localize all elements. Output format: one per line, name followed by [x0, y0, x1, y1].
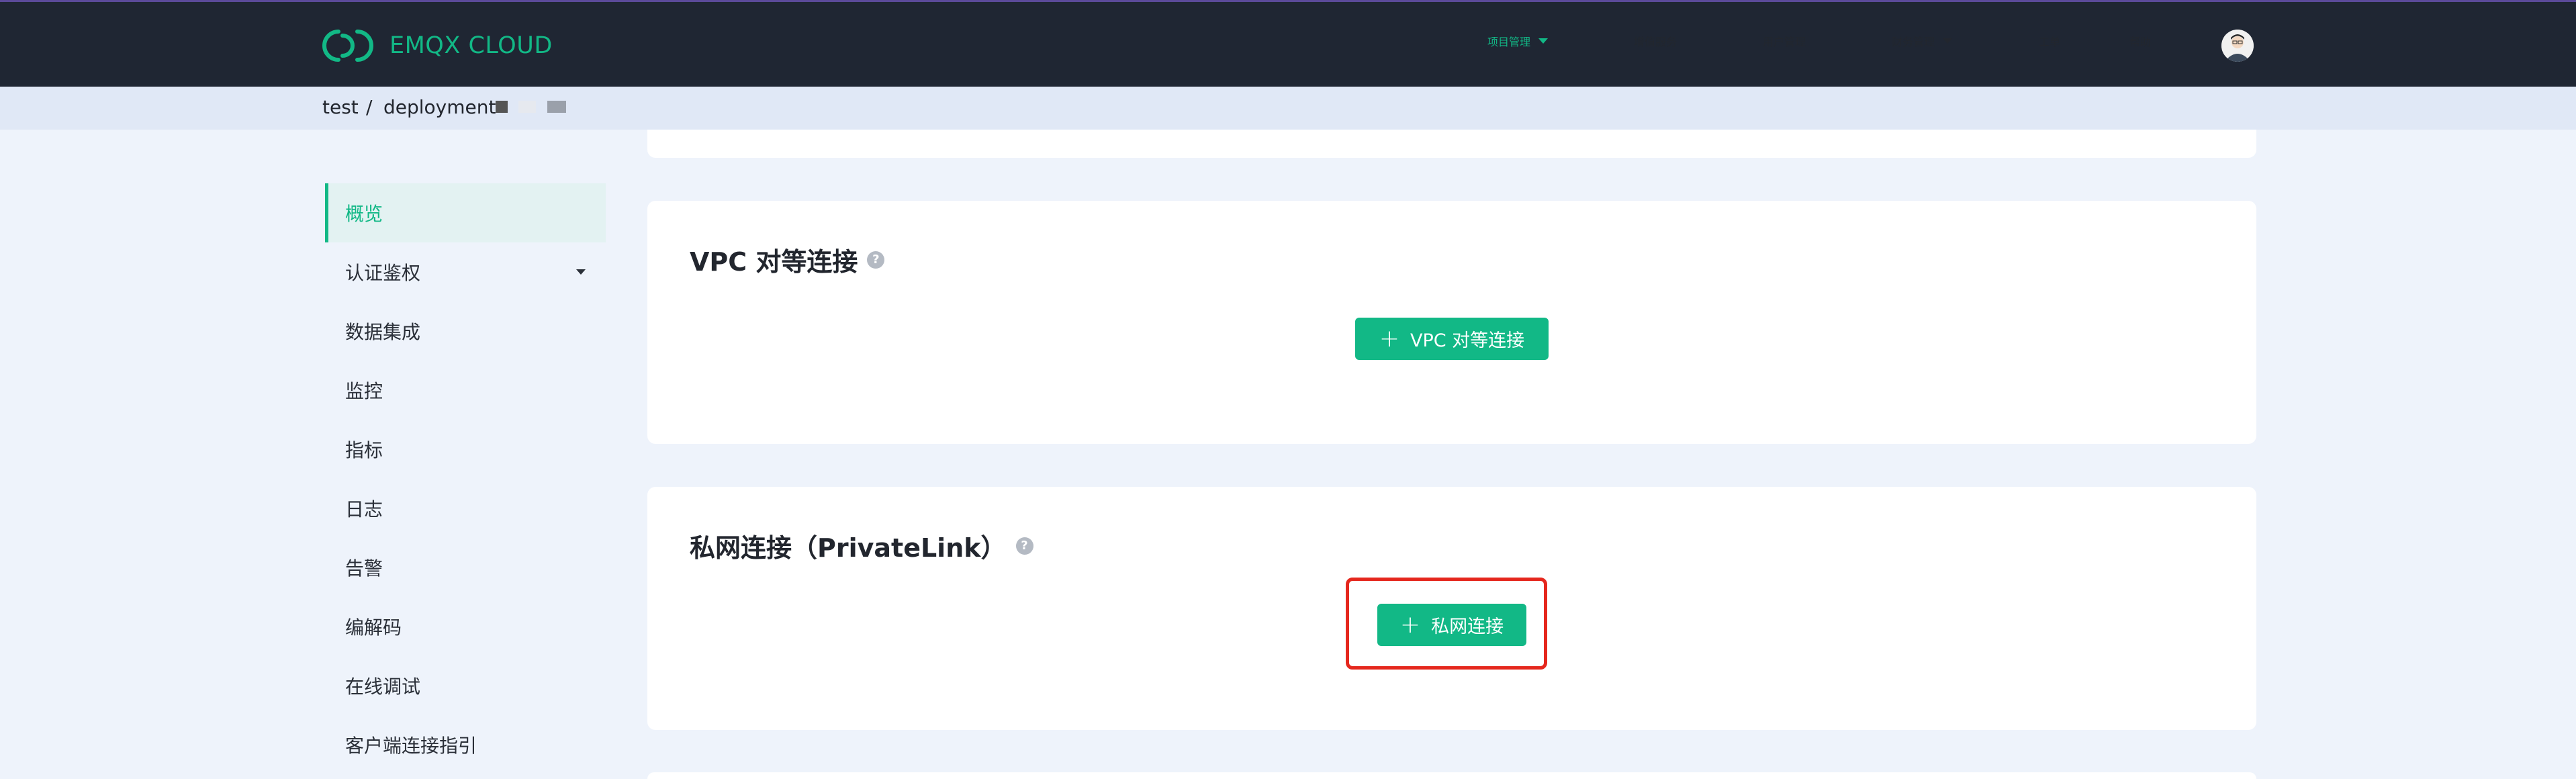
sidebar-item-metrics[interactable]: 指标: [325, 420, 606, 479]
caret-down-icon: [1538, 38, 1549, 44]
sidebar-item-label: 监控: [345, 380, 383, 402]
sidebar-item-label: 编解码: [345, 616, 402, 639]
redacted-block: [518, 101, 536, 113]
sidebar-item-label: 数据集成: [345, 321, 421, 343]
logo-text: EMQX CLOUD: [389, 32, 553, 59]
sidebar-item-label: 客户端连接指引: [345, 735, 477, 757]
privatelink-title-text: 私网连接（PrivateLink）: [690, 533, 1007, 563]
breadcrumb-deployment[interactable]: deployment: [383, 96, 496, 118]
sidebar-item-codec[interactable]: 编解码: [325, 597, 606, 656]
vpc-peering-card: VPC 对等连接 ? + VPC 对等连接: [647, 201, 2256, 444]
nav-tickets[interactable]: 工单: [2039, 33, 2060, 49]
user-avatar-icon[interactable]: [2221, 30, 2254, 62]
redacted-block: [547, 101, 566, 113]
sidebar-item-overview[interactable]: 概览: [325, 183, 606, 242]
highlight-box: [1346, 578, 1547, 670]
sidebar-item-label: 指标: [345, 439, 383, 461]
nav-label: 工单: [2039, 36, 2061, 48]
previous-card: [647, 130, 2256, 158]
nav-user-management[interactable]: 用户管理: [1763, 33, 1806, 49]
sidebar-item-authentication[interactable]: 认证鉴权: [325, 242, 606, 302]
emqx-logo-icon: [322, 30, 373, 62]
plus-icon: +: [1379, 324, 1399, 353]
sidebar-item-data-integration[interactable]: 数据集成: [325, 302, 606, 361]
sidebar-item-label: 认证鉴权: [345, 262, 421, 284]
next-card: [647, 772, 2256, 779]
emqx-cloud-logo[interactable]: EMQX CLOUD: [321, 28, 553, 64]
nav-label: 帮助: [2129, 36, 2152, 48]
sidebar-item-client-connection-guide[interactable]: 客户端连接指引: [325, 715, 606, 774]
caret-down-icon: [576, 269, 586, 275]
sidebar-item-online-debug[interactable]: 在线调试: [325, 656, 606, 715]
nav-label: 项目管理: [1487, 36, 1531, 48]
add-vpc-peering-button[interactable]: + VPC 对等连接: [1355, 318, 1549, 360]
nav-label: 增值服务: [1634, 36, 1677, 48]
nav-value-added-services[interactable]: 增值服务: [1634, 33, 1677, 49]
privatelink-title: 私网连接（PrivateLink） ?: [690, 527, 1033, 564]
vpc-peering-title-text: VPC 对等连接: [690, 247, 858, 277]
sidebar-item-logs[interactable]: 日志: [325, 479, 606, 538]
sidebar-item-alerts[interactable]: 告警: [325, 538, 606, 597]
nav-finance-management[interactable]: 财务管理: [1892, 33, 1953, 49]
button-label: VPC 对等连接: [1410, 330, 1525, 351]
sidebar-item-monitoring[interactable]: 监控: [325, 361, 606, 420]
redacted-block: [496, 101, 508, 113]
sidebar-item-label: 告警: [345, 557, 383, 580]
vpc-peering-title: VPC 对等连接 ?: [690, 241, 885, 278]
breadcrumb-project[interactable]: test: [322, 96, 359, 118]
sidebar-item-label: 概览: [345, 203, 383, 225]
nav-label: 用户管理: [1763, 36, 1806, 48]
nav-label: 财务管理: [1892, 36, 1935, 48]
caret-down-icon: [1943, 38, 1953, 44]
breadcrumb-separator: /: [366, 96, 373, 118]
help-icon[interactable]: ?: [867, 250, 885, 269]
help-icon[interactable]: ?: [1015, 537, 1033, 555]
nav-project-management[interactable]: 项目管理: [1487, 33, 1549, 49]
top-navigation-bar: EMQX CLOUD 项目管理 增值服务 用户管理 财务管理 工单 帮助: [0, 0, 2576, 87]
sidebar-item-label: 在线调试: [345, 676, 421, 698]
sidebar-item-label: 日志: [345, 498, 383, 520]
nav-help[interactable]: 帮助: [2129, 33, 2151, 49]
